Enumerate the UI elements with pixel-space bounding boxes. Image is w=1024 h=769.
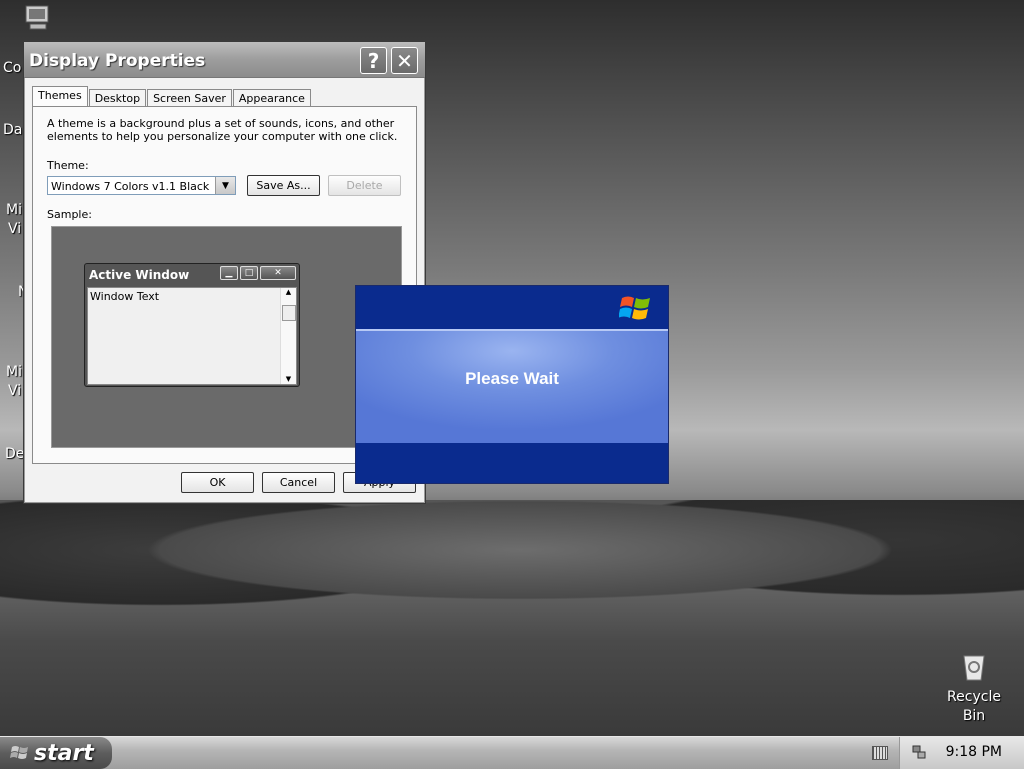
desktop-label-0[interactable]: Co xyxy=(3,60,21,76)
minimize-icon: ▁ xyxy=(220,266,238,280)
title-bar[interactable]: Display Properties ? ✕ xyxy=(24,42,425,78)
sample-active-window: Active Window ▁ □ ✕ Window Text ▲ ▼ xyxy=(84,263,300,387)
start-label: start xyxy=(34,740,94,766)
keyboard-icon[interactable] xyxy=(872,746,888,760)
windows-logo-icon xyxy=(619,296,650,320)
theme-description: A theme is a background plus a set of so… xyxy=(47,117,398,143)
window-title: Display Properties xyxy=(29,51,206,71)
cancel-button[interactable]: Cancel xyxy=(262,472,335,493)
help-button[interactable]: ? xyxy=(360,47,387,74)
recycle-bin-label[interactable]: Recycle Bin xyxy=(940,688,1008,726)
please-wait-text: Please Wait xyxy=(465,369,559,388)
close-icon: ✕ xyxy=(260,266,296,280)
sample-window-client: Window Text ▲ ▼ xyxy=(87,287,297,385)
desktop-label-1[interactable]: Da xyxy=(3,122,22,138)
maximize-icon: □ xyxy=(240,266,258,280)
sample-scrollbar: ▲ ▼ xyxy=(280,288,296,384)
system-tray: 9:18 PM xyxy=(899,737,1024,769)
delete-button[interactable]: Delete xyxy=(328,175,401,196)
windows-flag-icon xyxy=(10,746,28,759)
scroll-up-icon: ▲ xyxy=(285,288,292,296)
desktop-label-3[interactable]: Vi xyxy=(8,221,21,237)
my-computer-icon[interactable] xyxy=(22,4,54,32)
ok-button[interactable]: OK xyxy=(181,472,254,493)
sample-label: Sample: xyxy=(47,208,92,221)
close-button[interactable]: ✕ xyxy=(391,47,418,74)
chevron-down-icon[interactable]: ▼ xyxy=(215,177,235,194)
desktop-label-7[interactable]: De xyxy=(5,446,24,462)
scroll-thumb xyxy=(282,305,296,321)
sample-window-text: Window Text xyxy=(90,290,160,303)
theme-dropdown[interactable]: Windows 7 Colors v1.1 Black ▼ xyxy=(47,176,236,195)
sample-window-title: Active Window xyxy=(89,268,190,282)
theme-sample-preview: Active Window ▁ □ ✕ Window Text ▲ ▼ xyxy=(51,226,402,448)
taskbar: start 9:18 PM xyxy=(0,736,1024,769)
theme-dropdown-value: Windows 7 Colors v1.1 Black xyxy=(51,180,210,193)
network-icon[interactable] xyxy=(912,745,926,759)
desktop-label-6[interactable]: Vi xyxy=(8,383,21,399)
clock[interactable]: 9:18 PM xyxy=(946,744,1002,760)
please-wait-band: Please Wait xyxy=(356,329,668,443)
scroll-down-icon: ▼ xyxy=(285,375,292,383)
recycle-bin-icon[interactable] xyxy=(958,650,990,682)
wallpaper-hills xyxy=(0,500,1024,736)
theme-label: Theme: xyxy=(47,159,89,172)
desktop-label-5[interactable]: Mi xyxy=(6,364,22,380)
desktop-label-2[interactable]: Mi xyxy=(6,202,22,218)
please-wait-dialog: Please Wait xyxy=(355,285,669,484)
start-button[interactable]: start xyxy=(0,737,112,769)
save-as-button[interactable]: Save As... xyxy=(247,175,320,196)
sample-window-buttons: ▁ □ ✕ xyxy=(218,266,296,280)
